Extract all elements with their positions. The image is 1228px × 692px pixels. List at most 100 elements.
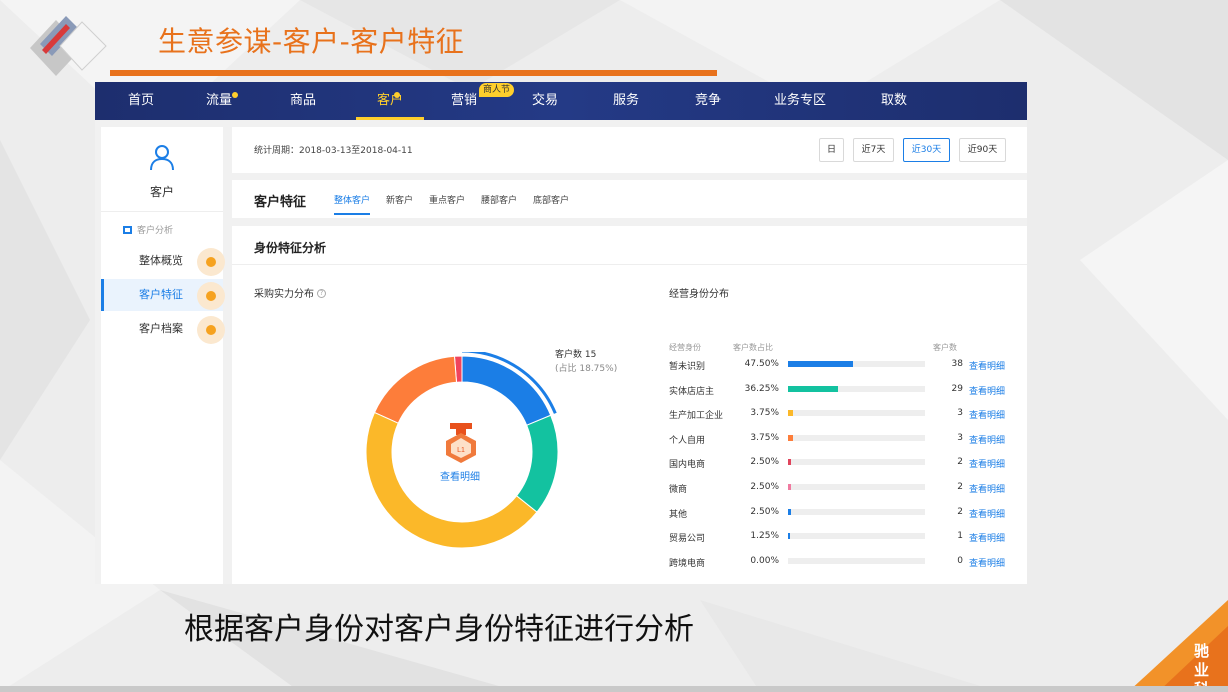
period-bar: 统计周期：2018-03-13至2018-04-11 日 近7天 近30天 近9… (232, 127, 1027, 173)
view-details-link[interactable]: 查看明细 (969, 433, 1005, 446)
share-bar (788, 508, 792, 515)
title-underline (110, 70, 717, 76)
sidebar-item-archive[interactable]: 客户档案 (101, 313, 225, 345)
customer-tabs: 客户特征 整体客户 新客户 重点客户 腰部客户 底部客户 (232, 180, 1027, 218)
view-details-link[interactable]: 查看明细 (440, 468, 480, 483)
view-details-link[interactable]: 查看明细 (969, 408, 1005, 421)
identity-name: 国内电商 (669, 460, 706, 471)
nav-item-trade[interactable]: 交易 (519, 82, 571, 120)
identity-distribution-title: 经营身份分布 (669, 289, 729, 300)
tab-key-customers[interactable]: 重点客户 (429, 193, 465, 206)
identity-share: 1.25% (750, 531, 779, 542)
table-header-share: 客户数占比 (733, 343, 773, 352)
nav-item-competition[interactable]: 竞争 (682, 82, 734, 120)
share-bar (788, 385, 838, 392)
slide-caption: 根据客户身份对客户身份特征进行分析 (184, 612, 694, 647)
callout-label: 客户数 15 (555, 350, 597, 360)
sidebar-item-label: 客户档案 (139, 322, 183, 335)
nav-item-customers[interactable]: 客户 (356, 82, 424, 120)
brand-line-1: 驰 业 (1193, 642, 1212, 679)
nav-new-dot (394, 92, 400, 98)
donut-slice[interactable] (461, 355, 552, 426)
tab-bottom-customers[interactable]: 底部客户 (533, 193, 569, 206)
view-details-link[interactable]: 查看明细 (969, 531, 1005, 544)
svg-text:L1: L1 (457, 447, 465, 454)
identity-share: 36.25% (744, 383, 779, 394)
donut-slice[interactable] (515, 414, 559, 513)
sidebar-title: 客户 (149, 185, 174, 199)
identity-count: 2 (957, 457, 963, 468)
nav-item-traffic[interactable]: 流量 (193, 82, 245, 120)
view-details-link[interactable]: 查看明细 (969, 359, 1005, 372)
range-button-90d[interactable]: 近90天 (959, 138, 1006, 162)
share-bar-track (788, 410, 925, 417)
identity-share: 3.75% (750, 408, 779, 419)
sidebar-item-label: 客户特征 (139, 288, 183, 301)
tab-mid-customers[interactable]: 腰部客户 (481, 193, 517, 206)
share-bar (788, 459, 792, 466)
nav-item-data-fetch[interactable]: 取数 (868, 82, 920, 120)
range-button-7d[interactable]: 近7天 (853, 138, 894, 162)
identity-name: 跨境电商 (669, 558, 706, 569)
table-row: 其他 2.50% 2 查看明细 (669, 504, 1019, 524)
identity-share: 0.00% (750, 555, 779, 566)
view-details-link[interactable]: 查看明细 (969, 384, 1005, 397)
donut-slice[interactable] (373, 355, 458, 424)
identity-share: 2.50% (750, 457, 779, 468)
view-details-link[interactable]: 查看明细 (969, 556, 1005, 569)
share-bar-track (788, 484, 925, 490)
sidebar-item-label: 整体概览 (139, 254, 183, 267)
status-dot-icon (197, 282, 225, 310)
bottom-strip (0, 686, 1228, 692)
identity-name: 暂未识别 (669, 362, 706, 372)
identity-count: 38 (951, 359, 963, 369)
sidebar-item-overview[interactable]: 整体概览 (101, 245, 225, 277)
nav-item-home[interactable]: 首页 (115, 82, 167, 120)
view-details-link[interactable]: 查看明细 (969, 457, 1005, 470)
sidebar-divider (101, 211, 223, 212)
user-icon (150, 145, 174, 171)
nav-item-products[interactable]: 商品 (277, 82, 329, 120)
share-bar-track (788, 434, 925, 441)
table-row: 跨境电商 0.00% 0 查看明细 (669, 553, 1019, 573)
top-navigation: 首页 流量 商品 客户 营销 商人节 交易 服务 竞争 业务专区 取数 (95, 82, 1027, 120)
nav-item-service[interactable]: 服务 (600, 82, 652, 120)
tab-new-customers[interactable]: 新客户 (386, 193, 413, 206)
sidebar-group-label: 客户分析 (137, 226, 174, 236)
section-title: 身份特征分析 (254, 241, 327, 255)
share-bar-track (788, 459, 925, 466)
share-bar-track (788, 557, 925, 564)
share-bar (788, 484, 792, 490)
range-button-day[interactable]: 日 (819, 138, 844, 162)
app-screen: 客户 客户分析 整体概览 客户特征 客户档案 统计周期：2018-03-13至2… (95, 120, 1027, 584)
tab-all-customers[interactable]: 整体客户 (334, 193, 371, 215)
identity-analysis-panel: 身份特征分析 采购实力分布? 经营身份分布 客户数 15 (占比 18.75%)… (232, 226, 1027, 584)
callout-share: (占比 18.75%) (555, 364, 618, 374)
table-row: 实体店店主 36.25% 29 查看明细 (669, 381, 1019, 401)
share-bar (788, 410, 794, 417)
help-icon[interactable]: ? (317, 289, 326, 298)
view-details-link[interactable]: 查看明细 (969, 482, 1005, 495)
identity-name: 贸易公司 (669, 534, 706, 545)
identity-count: 3 (957, 432, 963, 443)
identity-share: 47.50% (744, 359, 779, 369)
identity-share: 2.50% (750, 506, 779, 517)
identity-name: 其他 (669, 509, 688, 520)
view-details-link[interactable]: 查看明细 (969, 507, 1005, 520)
stat-period: 统计周期：2018-03-13至2018-04-11 (254, 146, 413, 156)
table-row: 生产加工企业 3.75% 3 查看明细 (669, 405, 1019, 425)
table-row: 贸易公司 1.25% 1 查看明细 (669, 528, 1019, 548)
sidebar: 客户 客户分析 整体概览 客户特征 客户档案 (101, 127, 225, 584)
nav-item-business-zone[interactable]: 业务专区 (765, 82, 835, 120)
nav-new-dot (232, 92, 238, 98)
identity-count: 2 (957, 506, 963, 517)
nav-promo-badge: 商人节 (479, 83, 515, 97)
share-bar (788, 434, 794, 441)
sidebar-item-features[interactable]: 客户特征 (101, 279, 225, 311)
range-button-30d[interactable]: 近30天 (903, 138, 950, 162)
brand-logo (30, 16, 107, 76)
tabs-title: 客户特征 (254, 195, 307, 210)
share-bar-track (788, 385, 925, 392)
identity-count: 1 (957, 531, 963, 542)
purchase-power-title: 采购实力分布? (254, 285, 326, 300)
